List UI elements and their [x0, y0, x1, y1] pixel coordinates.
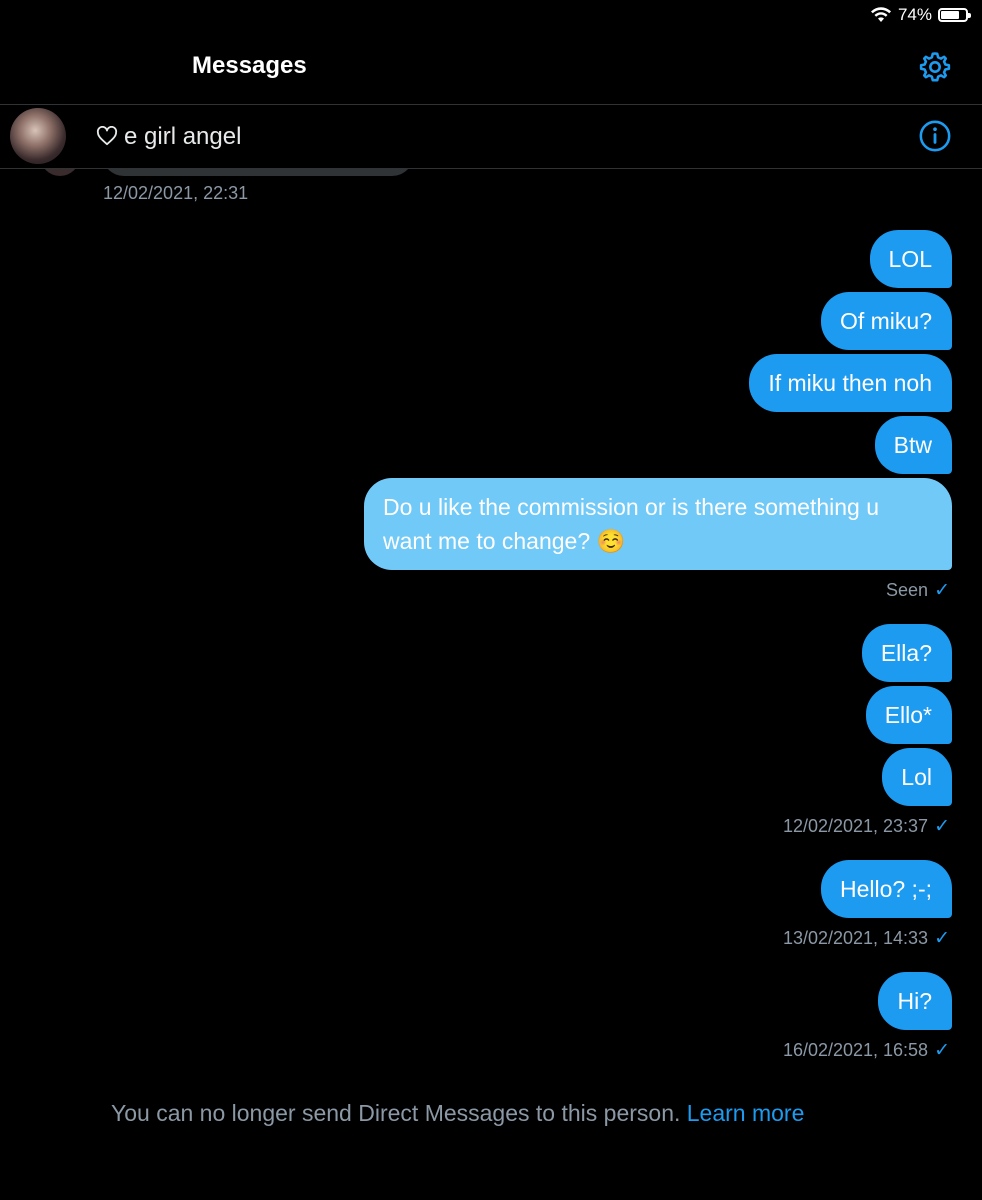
wifi-icon	[870, 7, 891, 22]
status-bar: 74%	[0, 0, 982, 30]
dm-disabled-notice: You can no longer send Direct Messages t…	[111, 1100, 804, 1127]
message-bubble[interactable]: Hello? ;-;	[820, 860, 952, 918]
gear-icon[interactable]	[918, 50, 952, 84]
avatar[interactable]	[10, 108, 66, 164]
message-bubble[interactable]: Of miku?	[820, 292, 952, 350]
message-timestamp: 12/02/2021, 23:37 ✓	[783, 815, 950, 838]
info-circle-icon[interactable]	[918, 119, 952, 153]
check-icon: ✓	[934, 580, 950, 601]
message-bubble-highlighted[interactable]: Do u like the commission or is there som…	[364, 478, 952, 570]
message-bubble[interactable]: Ella?	[861, 624, 952, 682]
message-bubble[interactable]: LOL	[869, 230, 952, 288]
message-bubble[interactable]: Lol	[882, 748, 952, 806]
message-bubble[interactable]: Hi?	[878, 972, 952, 1030]
notice-text: You can no longer send Direct Messages t…	[111, 1100, 681, 1126]
message-bubble[interactable]: Btw	[874, 416, 952, 474]
message-bubble[interactable]: If miku then noh	[749, 354, 952, 412]
top-bar: Messages	[0, 30, 982, 105]
message-timestamp: 16/02/2021, 16:58 ✓	[783, 1039, 950, 1062]
contact-name: e girl angel	[124, 123, 242, 150]
learn-more-link[interactable]: Learn more	[687, 1100, 805, 1126]
seen-indicator: Seen ✓	[886, 579, 950, 602]
check-icon: ✓	[934, 928, 950, 949]
battery-icon	[938, 8, 971, 22]
heart-outline-icon	[96, 126, 118, 146]
timestamp-text: 12/02/2021, 23:37	[782, 816, 929, 836]
battery-percent: 74%	[897, 5, 932, 24]
status-right: 74%	[870, 5, 971, 25]
timestamp-text: 16/02/2021, 16:58	[782, 1040, 929, 1060]
check-icon: ✓	[934, 1040, 950, 1061]
battery-tip	[968, 13, 971, 18]
message-timestamp: 13/02/2021, 14:33 ✓	[783, 927, 950, 950]
message-bubble[interactable]: Ello*	[865, 686, 952, 744]
seen-label: Seen	[886, 580, 929, 600]
battery-fill	[941, 11, 959, 19]
page-title: Messages	[192, 52, 307, 79]
timestamp-text: 13/02/2021, 14:33	[782, 928, 929, 948]
conversation-header[interactable]: e girl angel	[0, 105, 982, 169]
message-timestamp: 12/02/2021, 22:31	[103, 183, 249, 203]
check-icon: ✓	[934, 816, 950, 837]
